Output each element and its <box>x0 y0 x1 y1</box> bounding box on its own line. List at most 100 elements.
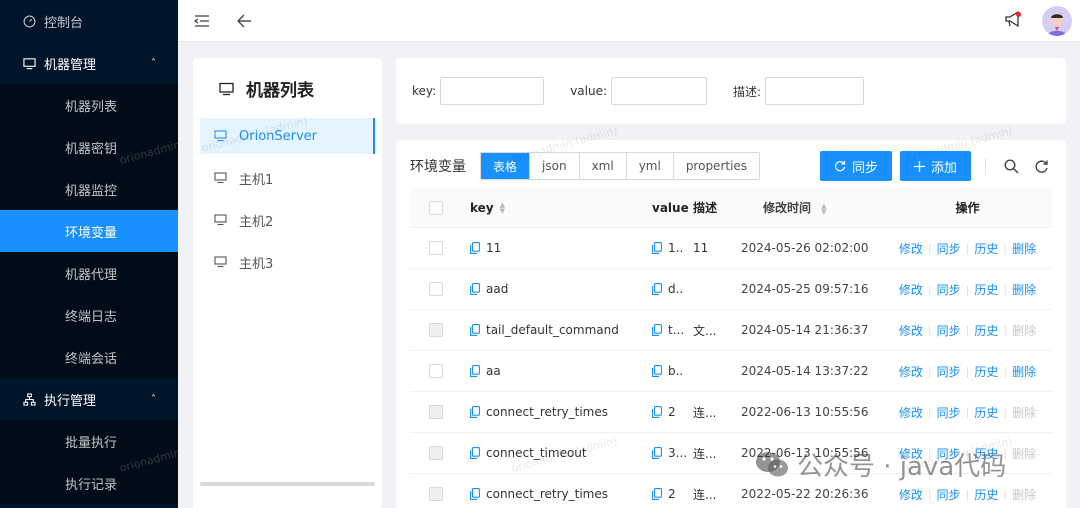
machine-item-host1[interactable]: 主机1 <box>200 160 375 196</box>
sync-link[interactable]: 同步 <box>937 281 961 298</box>
sidebar: 控制台 机器管理 ˄ 机器列表 机器密钥 机器监控 环境变量 机器代理 终端日志… <box>0 0 178 508</box>
op-divider: | <box>1003 405 1008 419</box>
machine-item-orionserver[interactable]: OrionServer <box>200 118 375 154</box>
row-checkbox[interactable] <box>429 241 443 255</box>
history-link[interactable]: 历史 <box>974 240 998 257</box>
history-link[interactable]: 历史 <box>974 322 998 339</box>
history-link[interactable]: 历史 <box>974 363 998 380</box>
sidebar-item-terminal-session[interactable]: 终端会话 <box>0 336 178 378</box>
menu-group-exec[interactable]: 执行管理 ˄ <box>0 378 178 420</box>
copy-icon[interactable] <box>470 242 480 254</box>
cell-ops: 修改 | 同步 | 历史 | 删除 <box>883 281 1052 298</box>
copy-icon[interactable] <box>652 488 662 500</box>
copy-icon[interactable] <box>470 324 480 336</box>
machine-item-host2[interactable]: 主机2 <box>200 202 375 238</box>
view-table-button[interactable]: 表格 <box>481 153 530 179</box>
cell-time: 2024-05-14 21:36:37 <box>741 323 869 337</box>
copy-icon[interactable] <box>652 406 662 418</box>
op-divider: | <box>965 364 970 378</box>
monitor-icon <box>214 256 227 268</box>
op-divider: | <box>927 241 932 255</box>
sync-link[interactable]: 同步 <box>937 240 961 257</box>
sort-icon[interactable]: ▲ ▼ <box>821 202 826 215</box>
sidebar-item-exec-record[interactable]: 执行记录 <box>0 462 178 504</box>
sync-link[interactable]: 同步 <box>937 404 961 421</box>
delete-link[interactable]: 删除 <box>1012 240 1036 257</box>
sidebar-item-machine-key[interactable]: 机器密钥 <box>0 126 178 168</box>
sidebar-item-label: 机器列表 <box>65 99 118 115</box>
copy-icon[interactable] <box>652 365 662 377</box>
menu-dashboard[interactable]: 控制台 <box>0 0 178 42</box>
copy-icon[interactable] <box>470 488 480 500</box>
history-link[interactable]: 历史 <box>974 486 998 503</box>
edit-link[interactable]: 修改 <box>899 322 923 339</box>
sidebar-item-terminal-log[interactable]: 终端日志 <box>0 294 178 336</box>
edit-link[interactable]: 修改 <box>899 281 923 298</box>
row-checkbox[interactable] <box>429 323 443 337</box>
op-divider: | <box>1003 487 1008 501</box>
sync-button[interactable]: 同步 <box>819 151 892 181</box>
row-checkbox[interactable] <box>429 364 443 378</box>
copy-icon[interactable] <box>470 283 480 295</box>
edit-link[interactable]: 修改 <box>899 240 923 257</box>
sidebar-item-machine-list[interactable]: 机器列表 <box>0 84 178 126</box>
sidebar-item-machine-monitor[interactable]: 机器监控 <box>0 168 178 210</box>
sync-link[interactable]: 同步 <box>937 322 961 339</box>
copy-icon[interactable] <box>470 365 480 377</box>
delete-link[interactable]: 删除 <box>1012 281 1036 298</box>
row-checkbox[interactable] <box>429 405 443 419</box>
machine-list-panel: 机器列表 OrionServer 主机1 主机2 主机3 <box>193 58 382 508</box>
view-properties-button[interactable]: properties <box>672 153 760 179</box>
edit-link[interactable]: 修改 <box>899 363 923 380</box>
row-checkbox[interactable] <box>429 282 443 296</box>
view-xml-button[interactable]: xml <box>578 153 626 179</box>
edit-link[interactable]: 修改 <box>899 404 923 421</box>
column-key[interactable]: key ▲ ▼ <box>462 201 648 215</box>
op-divider: | <box>965 282 970 296</box>
history-link[interactable]: 历史 <box>974 281 998 298</box>
copy-icon[interactable] <box>652 283 662 295</box>
cell-time: 2024-05-26 02:02:00 <box>741 241 869 255</box>
copy-icon[interactable] <box>470 406 480 418</box>
search-icon[interactable] <box>1000 155 1022 177</box>
row-checkbox[interactable] <box>429 446 443 460</box>
view-json-button[interactable]: json <box>529 153 579 179</box>
view-yml-button[interactable]: yml <box>625 153 673 179</box>
machine-item-label: 主机3 <box>239 256 274 272</box>
add-button[interactable]: 添加 <box>899 151 971 181</box>
column-ops: 操作 <box>955 201 980 215</box>
copy-icon[interactable] <box>652 324 662 336</box>
monitor-icon <box>214 130 227 142</box>
sidebar-item-machine-proxy[interactable]: 机器代理 <box>0 252 178 294</box>
column-time[interactable]: 修改时间 ▲ ▼ <box>763 199 883 216</box>
notification-icon[interactable] <box>1004 10 1024 32</box>
sync-link[interactable]: 同步 <box>937 363 961 380</box>
back-arrow-icon[interactable] <box>230 7 258 35</box>
op-divider: | <box>1003 241 1008 255</box>
edit-link[interactable]: 修改 <box>899 486 923 503</box>
sidebar-item-batch-exec[interactable]: 批量执行 <box>0 420 178 462</box>
desc-input[interactable] <box>765 77 865 105</box>
copy-icon[interactable] <box>470 447 480 459</box>
cell-ops: 修改 | 同步 | 历史 | 删除 <box>883 322 1052 339</box>
collapse-menu-icon[interactable] <box>188 7 216 35</box>
copy-icon[interactable] <box>652 242 662 254</box>
avatar[interactable] <box>1042 5 1072 36</box>
sidebar-item-env-vars[interactable]: 环境变量 <box>0 210 178 252</box>
op-divider: | <box>927 282 932 296</box>
menu-dashboard-label: 控制台 <box>44 15 84 31</box>
history-link[interactable]: 历史 <box>974 404 998 421</box>
copy-icon[interactable] <box>652 447 662 459</box>
cell-ops: 修改 | 同步 | 历史 | 删除 <box>883 240 1052 257</box>
row-checkbox[interactable] <box>429 487 443 501</box>
machine-item-host3[interactable]: 主机3 <box>200 244 375 280</box>
sync-link[interactable]: 同步 <box>937 486 961 503</box>
select-all-checkbox[interactable] <box>429 200 443 215</box>
key-input[interactable] <box>440 77 545 105</box>
horizontal-scrollbar[interactable] <box>200 482 375 486</box>
sort-icon[interactable]: ▲ ▼ <box>500 201 505 214</box>
menu-group-machine[interactable]: 机器管理 ˄ <box>0 42 178 84</box>
value-input[interactable] <box>611 77 708 105</box>
delete-link[interactable]: 删除 <box>1012 363 1036 380</box>
refresh-icon[interactable] <box>1030 155 1052 177</box>
